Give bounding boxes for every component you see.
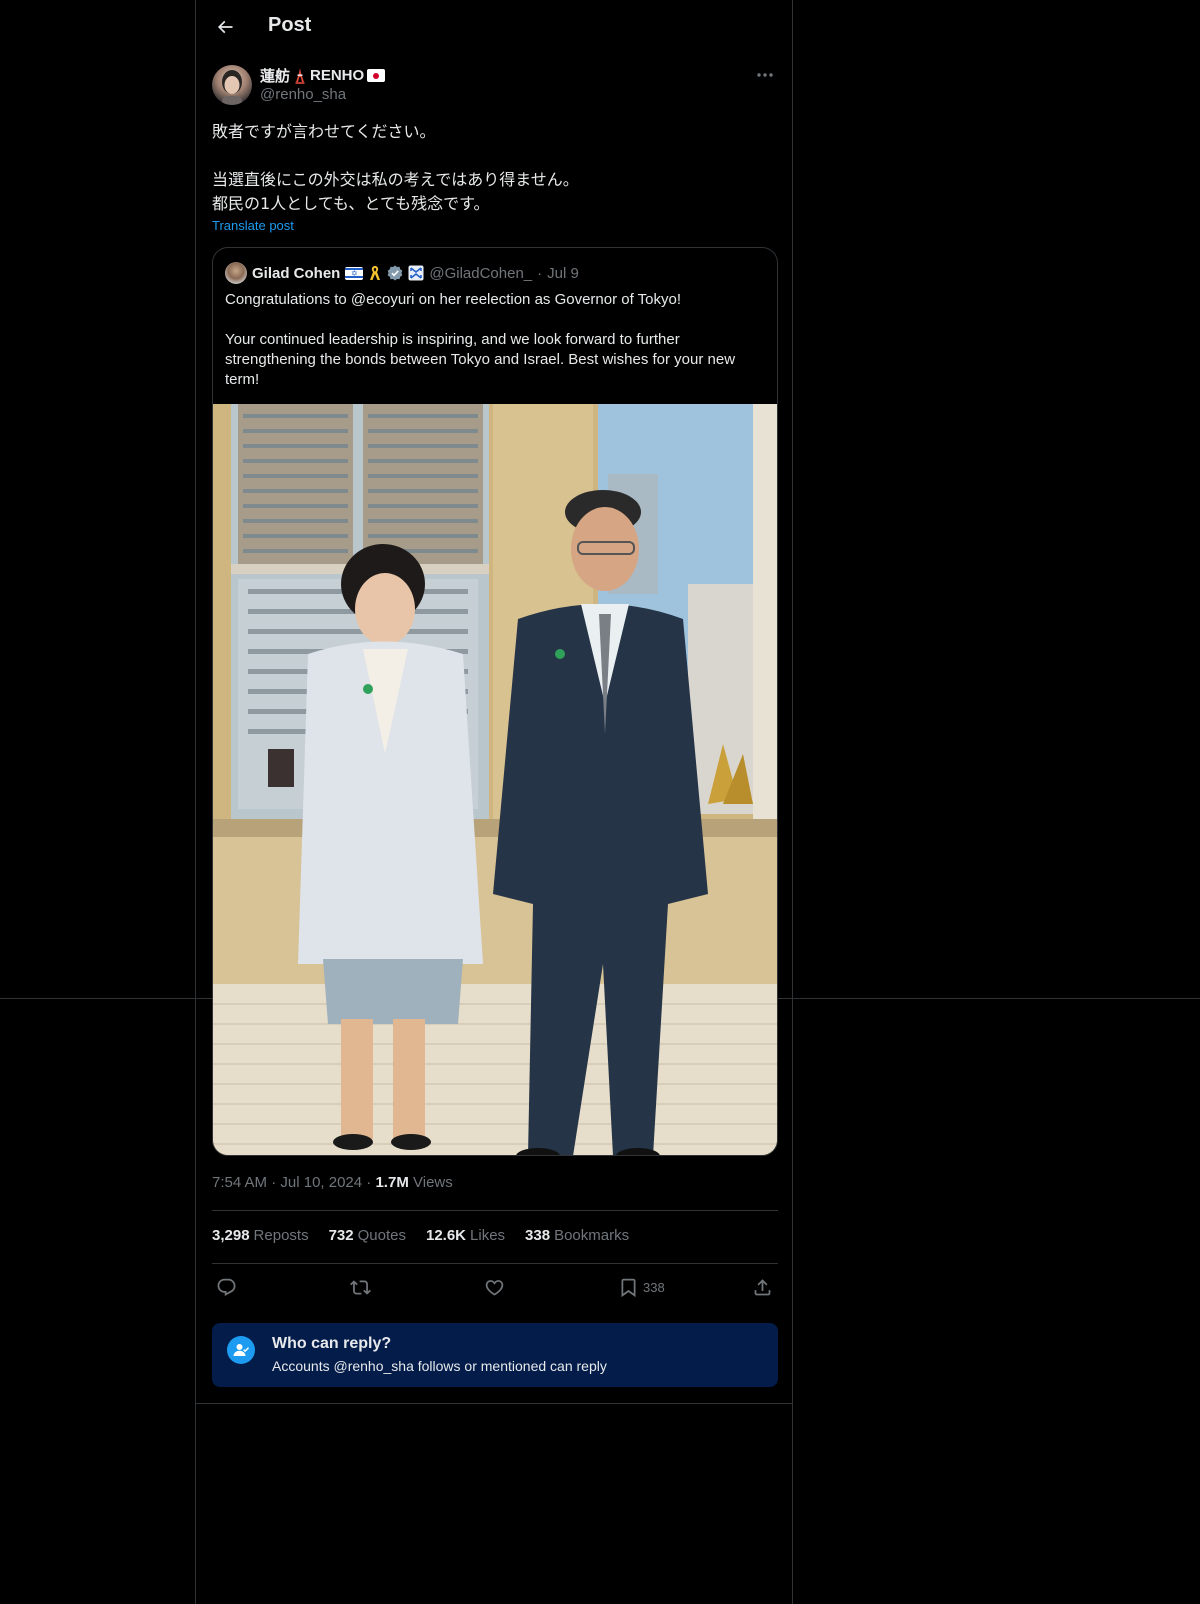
divider	[196, 1403, 792, 1404]
post-text: 敗者ですが言わせてください。 当選直後にこの外交は私の考えではあり得ません。 都…	[212, 120, 778, 216]
reposts-count: 3,298	[212, 1227, 250, 1244]
quote-text-line: Your continued leadership is inspiring, …	[225, 331, 736, 388]
who-can-reply-title: Who can reply?	[272, 1335, 392, 1352]
reposts-stat[interactable]: 3,298 Reposts	[212, 1227, 309, 1244]
share-icon	[754, 1278, 771, 1295]
quote-date[interactable]: Jul 9	[547, 265, 579, 282]
reply-icon	[217, 1278, 236, 1296]
divider	[212, 1263, 778, 1264]
post-text-gap	[212, 144, 778, 168]
author-avatar[interactable]	[212, 65, 252, 105]
repost-button[interactable]	[350, 1270, 371, 1304]
quote-text-gap	[225, 310, 765, 330]
bookmark-count: 338	[643, 1279, 665, 1295]
back-button[interactable]	[208, 10, 242, 44]
quotes-count: 732	[328, 1227, 354, 1244]
quote-separator: ·	[537, 264, 543, 282]
likes-stat[interactable]: 12.6K Likes	[426, 1227, 505, 1244]
timestamp-separator: ·	[366, 1174, 372, 1191]
post-text-line: 当選直後にこの外交は私の考えではあり得ません。	[212, 170, 579, 189]
bookmarks-stat[interactable]: 338 Bookmarks	[525, 1227, 629, 1244]
bookmarks-count: 338	[525, 1227, 551, 1244]
author-name-suffix: RENHO	[310, 67, 365, 84]
quote-text-line: Congratulations to @ecoyuri on her reele…	[225, 291, 682, 308]
verified-badge-icon	[388, 265, 403, 281]
quote-photo-image	[213, 404, 777, 1155]
quotes-label: Quotes	[357, 1227, 406, 1244]
tokyo-tower-icon	[295, 67, 305, 84]
israel-flag-icon: ✡	[345, 266, 364, 280]
quote-author-avatar[interactable]	[225, 262, 247, 284]
quote-photo[interactable]	[213, 404, 777, 1155]
post-text-line: 都民の1人としても、とても残念です。	[212, 194, 490, 213]
share-button[interactable]	[752, 1270, 773, 1304]
timestamp-separator: ·	[271, 1174, 277, 1191]
more-options-button[interactable]	[750, 64, 780, 86]
quote-text: Congratulations to @ecoyuri on her reele…	[225, 290, 765, 390]
views-count: 1.7M	[375, 1174, 409, 1191]
post-text-line: 敗者ですが言わせてください。	[212, 122, 436, 141]
heart-icon	[485, 1279, 504, 1296]
author-handle[interactable]: @renho_sha	[260, 86, 346, 103]
author-name-text: 蓮舫	[260, 68, 291, 85]
who-can-reply-banner: Who can reply? Accounts @renho_sha follo…	[212, 1323, 778, 1387]
page-title: Post	[268, 14, 312, 36]
quoted-post[interactable]: Gilad Cohen ✡ @GiladCohen_ · Jul 9 Congr…	[212, 247, 778, 1156]
translate-post-link[interactable]: Translate post	[212, 218, 294, 233]
post-column: Post 蓮舫 RENHO @renho_sha 敗者ですが言わせてください。 …	[195, 0, 793, 1604]
likes-count: 12.6K	[425, 1227, 467, 1244]
bookmark-icon	[621, 1278, 636, 1297]
views-label: Views	[413, 1174, 453, 1191]
bookmark-button[interactable]: 338	[618, 1270, 665, 1304]
actions-row: 338	[212, 1270, 778, 1304]
yellow-ribbon-icon	[370, 266, 381, 280]
more-dots-icon	[757, 73, 773, 77]
japan-flag-icon	[367, 69, 386, 82]
like-button[interactable]	[484, 1270, 505, 1304]
author-name[interactable]: 蓮舫 RENHO	[260, 65, 386, 86]
stats-row: 3,298 Reposts 732 Quotes 12.6K Likes 338 Boo…	[212, 1227, 629, 1244]
affiliation-badge-icon	[408, 265, 424, 281]
quote-header: Gilad Cohen ✡ @GiladCohen_ · Jul 9	[225, 262, 579, 284]
top-bar: Post	[196, 0, 792, 54]
reposts-label: Reposts	[253, 1227, 309, 1244]
divider	[212, 1210, 778, 1211]
reply-button[interactable]	[216, 1270, 237, 1304]
who-can-reply-subtitle: Accounts @renho_sha follows or mentioned…	[272, 1358, 607, 1374]
likes-label: Likes	[470, 1227, 506, 1244]
quote-author-name[interactable]: Gilad Cohen	[252, 265, 340, 282]
arrow-left-icon	[217, 20, 233, 34]
post-time[interactable]: 7:54 AM	[212, 1174, 267, 1191]
bookmarks-label: Bookmarks	[554, 1227, 630, 1244]
repost-icon	[350, 1279, 371, 1295]
post-date[interactable]: Jul 10, 2024	[280, 1174, 362, 1191]
timestamp-row: 7:54 AM · Jul 10, 2024 · 1.7M Views	[212, 1174, 453, 1191]
quote-author-handle: @GiladCohen_	[429, 264, 533, 282]
mention-user-icon	[227, 1336, 255, 1364]
quotes-stat[interactable]: 732 Quotes	[329, 1227, 406, 1244]
